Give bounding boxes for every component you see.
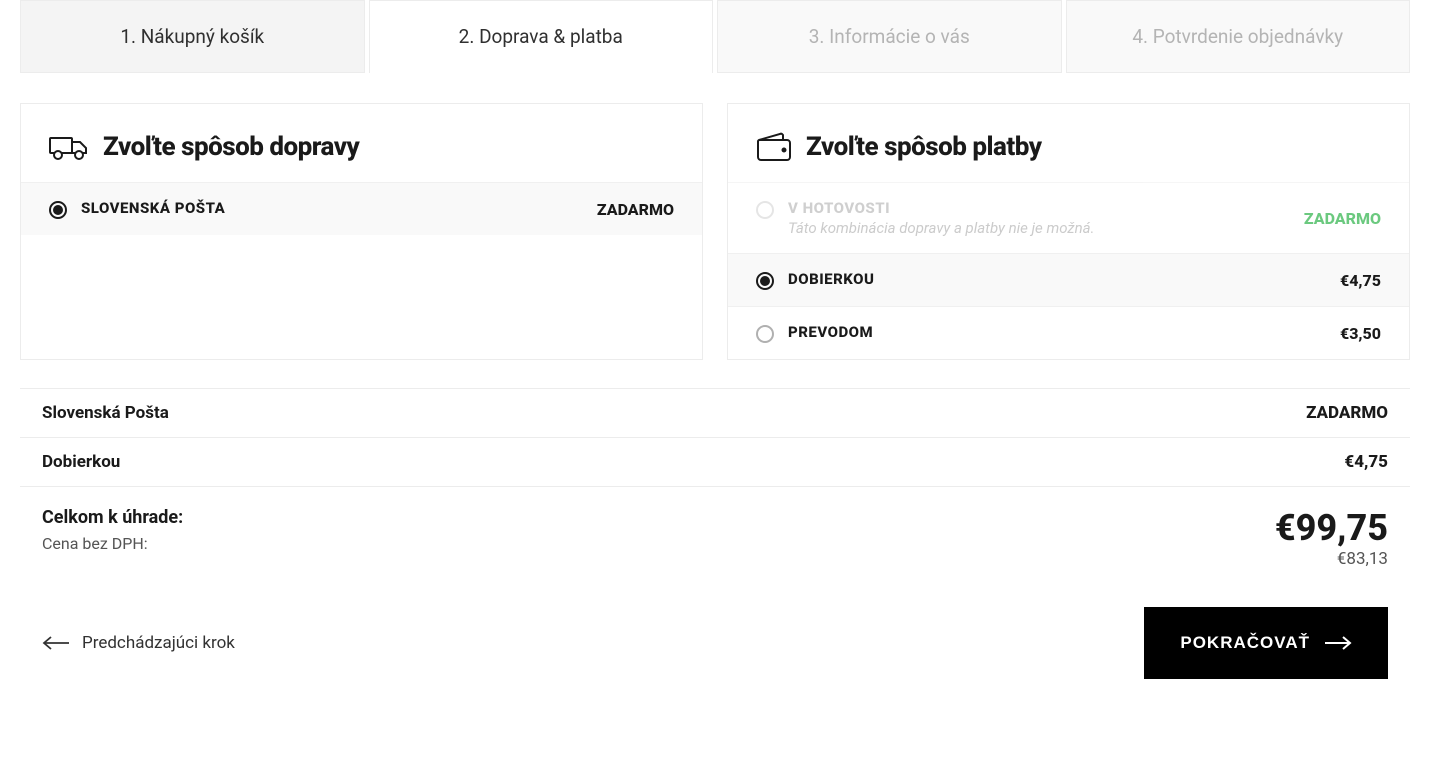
radio-icon xyxy=(756,201,774,219)
panels-container: Zvoľte spôsob dopravy SLOVENSKÁ POŠTA ZA… xyxy=(20,103,1410,360)
back-label: Predchádzajúci krok xyxy=(82,633,235,653)
navigation-row: Predchádzajúci krok POKRAČOVAŤ xyxy=(20,593,1410,679)
arrow-right-icon xyxy=(1324,636,1352,650)
payment-option-hotovosti: V HOTOVOSTI Táto kombinácia dopravy a pl… xyxy=(728,182,1409,253)
novat-value: €83,13 xyxy=(1275,549,1388,569)
continue-label: POKRAČOVAŤ xyxy=(1180,633,1310,653)
payment-header: Zvoľte spôsob platby xyxy=(728,132,1409,182)
radio-icon xyxy=(756,325,774,343)
arrow-left-icon xyxy=(42,636,70,650)
shipping-header: Zvoľte spôsob dopravy xyxy=(21,132,702,182)
payment-option-price: €3,50 xyxy=(1340,324,1381,343)
continue-button[interactable]: POKRAČOVAŤ xyxy=(1144,607,1388,679)
order-summary: Slovenská Pošta ZADARMO Dobierkou €4,75 … xyxy=(20,388,1410,593)
summary-total-row: Celkom k úhrade: Cena bez DPH: €99,75 €8… xyxy=(20,487,1410,593)
total-value: €99,75 xyxy=(1275,507,1388,549)
payment-option-price: ZADARMO xyxy=(1304,209,1381,228)
payment-title: Zvoľte spôsob platby xyxy=(806,132,1042,162)
truck-icon xyxy=(49,133,89,161)
payment-option-title: PREVODOM xyxy=(788,323,873,341)
summary-value: ZADARMO xyxy=(1306,403,1388,423)
summary-label: Slovenská Pošta xyxy=(42,403,169,423)
payment-option-note: Táto kombinácia dopravy a platby nie je … xyxy=(788,219,1094,237)
payment-option-title: DOBIERKOU xyxy=(788,270,874,288)
step-shipping-payment[interactable]: 2. Doprava & platba xyxy=(369,0,714,73)
shipping-panel: Zvoľte spôsob dopravy SLOVENSKÁ POŠTA ZA… xyxy=(20,103,703,360)
step-cart[interactable]: 1. Nákupný košík xyxy=(20,0,365,73)
shipping-option-price: ZADARMO xyxy=(597,200,674,219)
shipping-option-title: SLOVENSKÁ POŠTA xyxy=(81,199,225,217)
wallet-icon xyxy=(756,132,792,162)
checkout-steps: 1. Nákupný košík 2. Doprava & platba 3. … xyxy=(20,0,1410,73)
shipping-option-slovenska-posta[interactable]: SLOVENSKÁ POŠTA ZADARMO xyxy=(21,182,702,235)
step-confirmation: 4. Potvrdenie objednávky xyxy=(1066,0,1411,73)
back-button[interactable]: Predchádzajúci krok xyxy=(42,633,235,653)
payment-option-price: €4,75 xyxy=(1340,271,1381,290)
payment-option-prevodom[interactable]: PREVODOM €3,50 xyxy=(728,306,1409,359)
summary-label: Dobierkou xyxy=(42,452,120,472)
summary-row-payment: Dobierkou €4,75 xyxy=(20,438,1410,487)
radio-icon xyxy=(49,201,67,219)
total-label: Celkom k úhrade: xyxy=(42,507,183,528)
radio-icon xyxy=(756,272,774,290)
payment-panel: Zvoľte spôsob platby V HOTOVOSTI Táto ko… xyxy=(727,103,1410,360)
payment-option-title: V HOTOVOSTI xyxy=(788,199,1094,217)
summary-row-shipping: Slovenská Pošta ZADARMO xyxy=(20,389,1410,438)
step-information: 3. Informácie o vás xyxy=(717,0,1062,73)
summary-value: €4,75 xyxy=(1344,452,1388,472)
payment-option-dobierkou[interactable]: DOBIERKOU €4,75 xyxy=(728,253,1409,306)
shipping-title: Zvoľte spôsob dopravy xyxy=(103,132,359,162)
novat-label: Cena bez DPH: xyxy=(42,534,183,553)
